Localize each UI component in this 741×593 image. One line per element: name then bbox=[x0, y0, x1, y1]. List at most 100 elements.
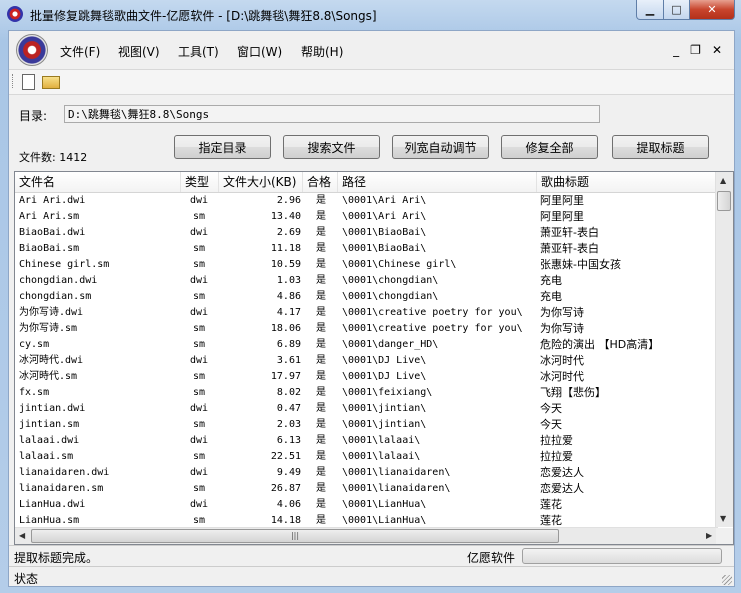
table-row[interactable]: jintian.dwi dwi 0.47 是 \0001\jintian\ 今天 bbox=[15, 401, 718, 417]
menu-help[interactable]: 帮助(H) bbox=[301, 43, 343, 60]
cell-type: dwi bbox=[189, 195, 209, 206]
cell-size: 17.97 bbox=[270, 371, 301, 382]
title-bar[interactable]: 批量修复跳舞毯歌曲文件-亿愿软件 - [D:\跳舞毯\舞狂8.8\Songs] … bbox=[0, 0, 741, 30]
vertical-scroll-thumb[interactable] bbox=[717, 191, 731, 211]
table-row[interactable]: LianHua.sm sm 14.18 是 \0001\LianHua\ 莲花 bbox=[15, 513, 718, 528]
cell-path: \0001\lianaidaren\ bbox=[342, 483, 451, 494]
fix-all-button[interactable]: 修复全部 bbox=[501, 135, 598, 159]
document-logo-icon[interactable] bbox=[16, 34, 48, 66]
cell-path: \0001\BiaoBai\ bbox=[342, 243, 427, 254]
scroll-right-icon[interactable]: ▶ bbox=[706, 531, 712, 540]
cell-song-title: 充电 bbox=[540, 274, 562, 287]
cell-type: dwi bbox=[189, 467, 209, 478]
extract-titles-button[interactable]: 提取标题 bbox=[612, 135, 709, 159]
cell-filename: lianaidaren.sm bbox=[19, 483, 104, 494]
vertical-scrollbar[interactable]: ▲ ▼ bbox=[715, 172, 733, 527]
progress-bar bbox=[522, 548, 722, 564]
table-row[interactable]: Ari Ari.sm sm 13.40 是 \0001\Ari Ari\ 阿里阿里 bbox=[15, 209, 718, 225]
cell-song-title: 恋爱达人 bbox=[540, 466, 584, 479]
status-bar-lower: 状态 bbox=[9, 566, 734, 587]
column-header-song-title[interactable]: 歌曲标题 bbox=[537, 172, 718, 192]
toolbar-grip[interactable] bbox=[12, 74, 15, 88]
column-header-filename[interactable]: 文件名 bbox=[15, 172, 181, 192]
cell-valid: 是 bbox=[316, 195, 326, 206]
column-header-valid[interactable]: 合格 bbox=[303, 172, 338, 192]
horizontal-scroll-thumb[interactable]: ||| bbox=[31, 529, 559, 543]
cell-valid: 是 bbox=[316, 419, 326, 430]
cell-filename: 冰河時代.dwi bbox=[19, 355, 84, 366]
cell-valid: 是 bbox=[316, 291, 326, 302]
auto-column-width-button[interactable]: 列宽自动调节 bbox=[392, 135, 489, 159]
scroll-down-icon[interactable]: ▼ bbox=[720, 514, 726, 523]
table-row[interactable]: BiaoBai.sm sm 11.18 是 \0001\BiaoBai\ 萧亚轩-表白 bbox=[15, 241, 718, 257]
cell-valid: 是 bbox=[316, 323, 326, 334]
cell-path: \0001\DJ Live\ bbox=[342, 355, 427, 366]
menu-window[interactable]: 窗口(W) bbox=[237, 43, 282, 60]
cell-filename: Ari Ari.dwi bbox=[19, 195, 86, 206]
table-row[interactable]: Ari Ari.dwi dwi 2.96 是 \0001\Ari Ari\ 阿里阿里 bbox=[15, 193, 718, 209]
table-row[interactable]: lianaidaren.sm sm 26.87 是 \0001\lianaidaren\… bbox=[15, 481, 718, 497]
cell-type: dwi bbox=[189, 355, 209, 366]
cell-filename: Ari Ari.sm bbox=[19, 211, 80, 222]
cell-path: \0001\lalaai\ bbox=[342, 435, 421, 446]
cell-path: \0001\DJ Live\ bbox=[342, 371, 427, 382]
cell-song-title: 阿里阿里 bbox=[540, 210, 584, 223]
horizontal-scrollbar[interactable]: ◀ ||| ▶ bbox=[15, 527, 718, 544]
cell-filename: LianHua.dwi bbox=[19, 499, 86, 510]
maximize-button[interactable]: □ bbox=[664, 0, 690, 20]
minimize-button[interactable]: ▁ bbox=[636, 0, 664, 20]
cell-filename: 冰河時代.sm bbox=[19, 371, 78, 382]
table-row[interactable]: LianHua.dwi dwi 4.06 是 \0001\LianHua\ 莲花 bbox=[15, 497, 718, 513]
mdi-close-button[interactable]: ✕ bbox=[712, 43, 722, 57]
set-directory-button[interactable]: 指定目录 bbox=[174, 135, 271, 159]
cell-filename: fx.sm bbox=[19, 387, 50, 398]
directory-field[interactable]: D:\跳舞毯\舞狂8.8\Songs bbox=[64, 105, 600, 123]
cell-valid: 是 bbox=[316, 371, 326, 382]
table-row[interactable]: lianaidaren.dwi dwi 9.49 是 \0001\lianaidaren… bbox=[15, 465, 718, 481]
cell-valid: 是 bbox=[316, 467, 326, 478]
table-row[interactable]: BiaoBai.dwi dwi 2.69 是 \0001\BiaoBai\ 萧亚轩-表白 bbox=[15, 225, 718, 241]
search-files-button[interactable]: 搜索文件 bbox=[283, 135, 380, 159]
table-row[interactable]: lalaai.sm sm 22.51 是 \0001\lalaai\ 拉拉爱 bbox=[15, 449, 718, 465]
open-folder-icon[interactable] bbox=[42, 76, 60, 89]
cell-type: sm bbox=[192, 515, 206, 526]
table-row[interactable]: lalaai.dwi dwi 6.13 是 \0001\lalaai\ 拉拉爱 bbox=[15, 433, 718, 449]
file-list[interactable]: 文件名 类型 文件大小(KB) 合格 路径 歌曲标题 Ari Ari.dwi dw… bbox=[14, 171, 734, 545]
scroll-left-icon[interactable]: ◀ bbox=[19, 531, 25, 540]
table-row[interactable]: chongdian.sm sm 4.86 是 \0001\chongdian\ 充电 bbox=[15, 289, 718, 305]
cell-valid: 是 bbox=[316, 499, 326, 510]
cell-valid: 是 bbox=[316, 355, 326, 366]
table-row[interactable]: 为你写诗.dwi dwi 4.17 是 \0001\creative poetry fo… bbox=[15, 305, 718, 321]
column-header-type[interactable]: 类型 bbox=[181, 172, 219, 192]
app-icon[interactable] bbox=[7, 6, 23, 22]
resize-grip-icon[interactable] bbox=[722, 575, 732, 585]
cell-filename: Chinese girl.sm bbox=[19, 259, 110, 270]
menu-tools[interactable]: 工具(T) bbox=[178, 43, 219, 60]
table-row[interactable]: fx.sm sm 8.02 是 \0001\feixiang\ 飞翔【悲伤】 bbox=[15, 385, 718, 401]
table-row[interactable]: cy.sm sm 6.89 是 \0001\danger_HD\ 危险的演出 【HD高清】 bbox=[15, 337, 718, 353]
cell-path: \0001\Ari Ari\ bbox=[342, 211, 427, 222]
cell-type: sm bbox=[192, 339, 206, 350]
table-row[interactable]: Chinese girl.sm sm 10.59 是 \0001\Chinese gir… bbox=[15, 257, 718, 273]
mdi-restore-button[interactable]: ❐ bbox=[690, 43, 701, 57]
cell-song-title: 冰河时代 bbox=[540, 354, 584, 367]
cell-size: 11.18 bbox=[270, 243, 301, 254]
new-file-icon[interactable] bbox=[22, 74, 35, 90]
menu-file[interactable]: 文件(F) bbox=[60, 43, 100, 60]
cell-song-title: 莲花 bbox=[540, 498, 562, 511]
table-row[interactable]: 冰河時代.dwi dwi 3.61 是 \0001\DJ Live\ 冰河时代 bbox=[15, 353, 718, 369]
close-button[interactable]: ✕ bbox=[690, 0, 735, 20]
column-header-size[interactable]: 文件大小(KB) bbox=[219, 172, 303, 192]
table-row[interactable]: jintian.sm sm 2.03 是 \0001\jintian\ 今天 bbox=[15, 417, 718, 433]
cell-size: 10.59 bbox=[270, 259, 301, 270]
mdi-minimize-button[interactable]: _ bbox=[673, 43, 679, 57]
table-row[interactable]: chongdian.dwi dwi 1.03 是 \0001\chongdian\ 充电 bbox=[15, 273, 718, 289]
table-row[interactable]: 冰河時代.sm sm 17.97 是 \0001\DJ Live\ 冰河时代 bbox=[15, 369, 718, 385]
column-header-path[interactable]: 路径 bbox=[338, 172, 537, 192]
cell-type: sm bbox=[192, 243, 206, 254]
menu-view[interactable]: 视图(V) bbox=[118, 43, 160, 60]
scroll-up-icon[interactable]: ▲ bbox=[720, 176, 726, 185]
table-row[interactable]: 为你写诗.sm sm 18.06 是 \0001\creative poetry for… bbox=[15, 321, 718, 337]
cell-size: 0.47 bbox=[276, 403, 301, 414]
cell-valid: 是 bbox=[316, 403, 326, 414]
